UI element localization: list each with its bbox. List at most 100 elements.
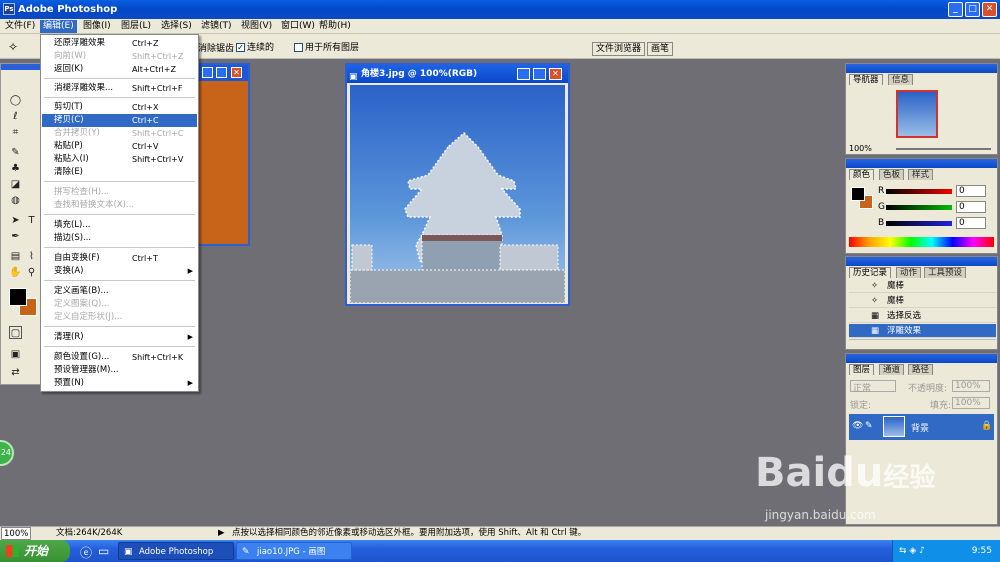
- tab-paths[interactable]: 路径: [908, 364, 934, 375]
- tab-history[interactable]: 历史记录: [849, 267, 892, 278]
- layer-row-background[interactable]: 👁 ✎ 背景 🔒: [849, 414, 994, 440]
- menu-item-step-backward[interactable]: 返回(K) Alt+Ctrl+Z: [42, 63, 197, 76]
- tab-channels[interactable]: 通道: [879, 364, 905, 375]
- history-item[interactable]: ✧ 魔棒: [849, 279, 996, 293]
- menu-window[interactable]: 窗口(W): [278, 20, 318, 33]
- b-value-field[interactable]: 0: [956, 217, 986, 229]
- tray-icons[interactable]: ⇆ ◈ ♪: [899, 540, 925, 562]
- menu-item-preferences[interactable]: 预置(N) ▶: [42, 377, 197, 390]
- window-maximize-icon[interactable]: [216, 67, 227, 78]
- menu-item-paste-into[interactable]: 粘贴入(I) Shift+Ctrl+V: [42, 153, 197, 166]
- history-item[interactable]: ✧ 魔棒: [849, 294, 996, 308]
- contiguous-checkbox[interactable]: ✓ 连续的: [236, 40, 274, 53]
- menu-item-fade[interactable]: 消褪浮雕效果... Shift+Ctrl+F: [42, 82, 197, 95]
- tab-color[interactable]: 颜色: [849, 169, 875, 180]
- fill-field[interactable]: 100%: [952, 397, 990, 409]
- eye-icon[interactable]: 👁: [852, 421, 863, 431]
- eyedropper-tool-icon[interactable]: ⌇: [25, 250, 38, 263]
- quicklaunch-ie-icon[interactable]: ⓔ: [80, 544, 92, 561]
- tab-actions[interactable]: 动作: [896, 267, 922, 278]
- document-minimize-icon[interactable]: [517, 68, 530, 80]
- lasso-tool-icon[interactable]: ℓ: [9, 110, 22, 123]
- g-value-field[interactable]: 0: [956, 201, 986, 213]
- clock[interactable]: 9:55: [972, 546, 992, 556]
- document-maximize-icon[interactable]: [533, 68, 546, 80]
- blur-tool-icon[interactable]: ◍: [9, 194, 22, 207]
- menu-item-stroke[interactable]: 描边(S)...: [42, 232, 197, 245]
- menu-filter[interactable]: 滤镜(T): [198, 20, 235, 33]
- window-minimize-icon[interactable]: [202, 67, 213, 78]
- document-size-info[interactable]: 文档:264K/264K: [56, 527, 122, 540]
- stamp-tool-icon[interactable]: ♣: [9, 162, 22, 175]
- document-window[interactable]: ▣ 角楼3.jpg @ 100%(RGB) ✕: [345, 63, 570, 306]
- maximize-button[interactable]: □: [965, 2, 980, 17]
- g-slider[interactable]: [886, 205, 952, 210]
- color-spectrum-bar[interactable]: [849, 237, 994, 247]
- menu-item-clear[interactable]: 清除(E): [42, 166, 197, 179]
- layer-name[interactable]: 背景: [911, 421, 929, 434]
- foreground-color-swatch[interactable]: [9, 288, 27, 306]
- close-button[interactable]: ✕: [982, 2, 997, 17]
- crop-tool-icon[interactable]: ⌗: [9, 126, 22, 139]
- magic-wand-tool-icon[interactable]: ✧: [8, 40, 18, 54]
- tab-tool-presets[interactable]: 工具预设: [924, 267, 967, 278]
- tab-layers[interactable]: 图层: [849, 364, 875, 375]
- type-tool-icon[interactable]: T: [25, 214, 38, 227]
- hand-tool-icon[interactable]: ✋: [9, 266, 22, 279]
- document-close-icon[interactable]: ✕: [549, 68, 562, 80]
- play-arrow-icon[interactable]: ▶: [218, 527, 225, 540]
- brushes-tab[interactable]: 画笔: [647, 42, 674, 56]
- zoom-field[interactable]: 100%: [1, 527, 31, 540]
- tab-info[interactable]: 信息: [888, 74, 914, 85]
- secondary-document-window[interactable]: ✕: [198, 63, 250, 246]
- menu-select[interactable]: 选择(S): [158, 20, 195, 33]
- tab-styles[interactable]: 样式: [908, 169, 934, 180]
- pen-tool-icon[interactable]: ✒: [9, 230, 22, 243]
- menu-edit[interactable]: 编辑(E): [40, 20, 77, 33]
- minimize-button[interactable]: _: [948, 2, 963, 17]
- window-close-icon[interactable]: ✕: [231, 67, 242, 78]
- brush-tool-icon[interactable]: ✎: [9, 146, 22, 159]
- panel-foreground-swatch[interactable]: [851, 187, 865, 201]
- image-canvas[interactable]: [349, 85, 566, 304]
- menu-item-free-transform[interactable]: 自由变换(F) Ctrl+T: [42, 252, 197, 265]
- standard-mode-icon[interactable]: ▢: [9, 326, 22, 339]
- history-item-current[interactable]: ▦ 浮雕效果: [849, 324, 996, 338]
- tab-swatches[interactable]: 色板: [879, 169, 905, 180]
- menu-image[interactable]: 图像(I): [80, 20, 114, 33]
- task-photoshop[interactable]: ▣ Adobe Photoshop: [118, 542, 234, 560]
- zoom-tool-icon[interactable]: ⚲: [25, 266, 38, 279]
- menu-item-color-settings[interactable]: 颜色设置(G)... Shift+Ctrl+K: [42, 351, 197, 364]
- menu-item-fill[interactable]: 填充(L)...: [42, 219, 197, 232]
- navigator-zoom-slider[interactable]: [896, 148, 991, 150]
- r-value-field[interactable]: 0: [956, 185, 986, 197]
- menu-view[interactable]: 视图(V): [238, 20, 275, 33]
- opacity-field[interactable]: 100%: [952, 380, 990, 392]
- menu-item-transform[interactable]: 变换(A) ▶: [42, 265, 197, 278]
- menu-item-undo[interactable]: 还原浮雕效果 Ctrl+Z: [42, 37, 197, 50]
- file-browser-tab[interactable]: 文件浏览器: [592, 42, 646, 56]
- marquee-tool-icon[interactable]: ◯: [9, 94, 22, 107]
- path-select-tool-icon[interactable]: ➤: [9, 214, 22, 227]
- menu-item-purge[interactable]: 清理(R) ▶: [42, 331, 197, 344]
- navigator-thumbnail[interactable]: [896, 90, 938, 138]
- floating-badge[interactable]: 24: [0, 440, 14, 466]
- notes-tool-icon[interactable]: ▤: [9, 250, 22, 263]
- r-slider[interactable]: [886, 189, 952, 194]
- menu-file[interactable]: 文件(F): [2, 20, 38, 33]
- menu-item-preset-manager[interactable]: 预设管理器(M)...: [42, 364, 197, 377]
- menu-item-copy[interactable]: 拷贝(C) Ctrl+C: [42, 114, 197, 127]
- b-slider[interactable]: [886, 221, 952, 226]
- menu-layer[interactable]: 图层(L): [118, 20, 154, 33]
- start-button[interactable]: 开始: [0, 540, 70, 562]
- blend-mode-select[interactable]: 正常: [850, 380, 896, 394]
- quicklaunch-desktop-icon[interactable]: ▭: [98, 544, 109, 558]
- navigator-zoom-value[interactable]: 100%: [849, 144, 872, 153]
- eraser-tool-icon[interactable]: ◪: [9, 178, 22, 191]
- menu-item-define-brush[interactable]: 定义画笔(B)...: [42, 285, 197, 298]
- menu-help[interactable]: 帮助(H): [316, 20, 354, 33]
- jump-to-imageready-icon[interactable]: ⇄: [9, 366, 22, 379]
- tab-navigator[interactable]: 导航器: [849, 74, 883, 85]
- all-layers-checkbox[interactable]: 用于所有图层: [294, 40, 359, 53]
- menu-item-cut[interactable]: 剪切(T) Ctrl+X: [42, 101, 197, 114]
